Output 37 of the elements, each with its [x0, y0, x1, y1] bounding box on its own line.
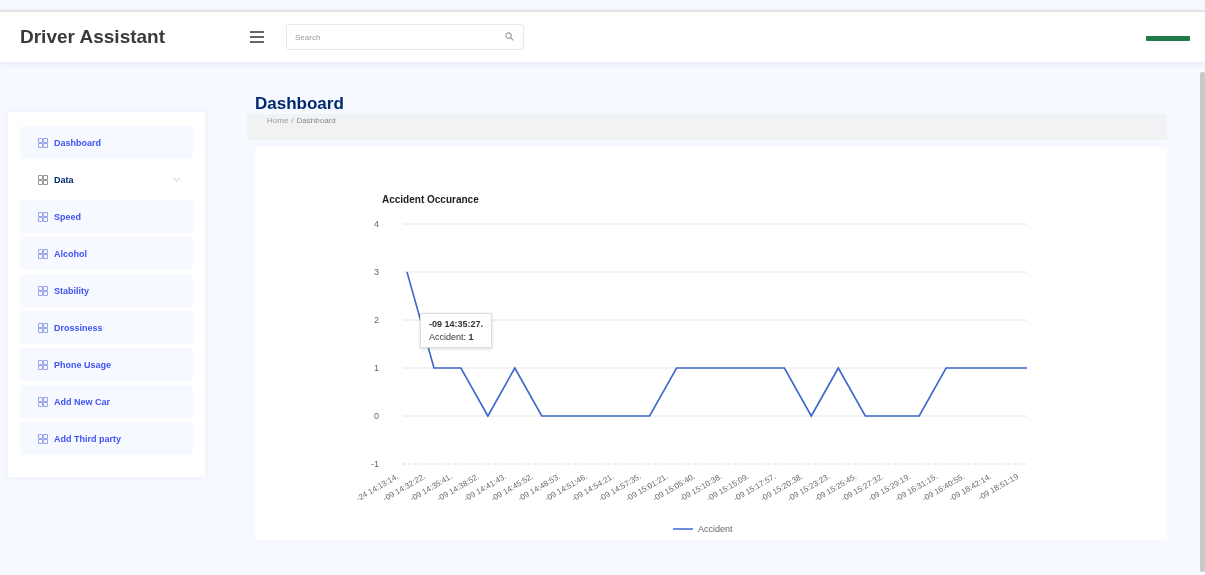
grid-icon: [38, 137, 48, 148]
sidebar-item[interactable]: Add Third party: [20, 422, 193, 455]
legend-label: Accident: [698, 524, 734, 534]
grid-icon: [38, 285, 48, 296]
y-tick-label: 0: [374, 411, 379, 421]
sidebar-item[interactable]: Speed: [20, 200, 193, 233]
breadcrumb-current: Dashboard: [296, 116, 336, 125]
y-tick-label: 3: [374, 267, 379, 277]
sidebar-item[interactable]: Add New Car: [20, 385, 193, 418]
chart-title: Accident Occurance: [382, 194, 479, 205]
breadcrumb-separator: /: [291, 116, 294, 125]
grid-icon: [38, 248, 48, 259]
y-tick-label: 4: [374, 219, 379, 229]
legend-item: Accident: [672, 524, 733, 534]
sidebar-item[interactable]: Phone Usage: [20, 348, 193, 381]
search-icon[interactable]: [505, 32, 514, 41]
y-tick-label: -1: [371, 459, 379, 469]
sidebar-item[interactable]: Drossiness: [20, 311, 193, 344]
status-bar-indicator: [1146, 35, 1190, 41]
y-tick-label: 2: [374, 315, 379, 325]
grid-icon: [38, 211, 48, 222]
grid-icon: [38, 433, 48, 444]
grid-icon: [38, 396, 48, 407]
scrollbar[interactable]: [1200, 72, 1205, 572]
y-tick-label: 1: [374, 363, 379, 373]
grid-icon: [38, 322, 48, 333]
chart-tooltip: -09 14:35:27. Accident: 1: [420, 313, 493, 348]
sidebar-item[interactable]: Stability: [20, 274, 193, 307]
app-title: Driver Assistant: [20, 26, 167, 48]
page-title: Dashboard: [255, 93, 345, 115]
menu-icon[interactable]: [250, 31, 264, 43]
sidebar-item[interactable]: Alcohol: [20, 237, 193, 270]
sidebar-item[interactable]: Dashboard: [20, 126, 193, 159]
chevron-down-icon: [172, 177, 181, 182]
search-field[interactable]: Search: [286, 24, 524, 50]
grid-icon: [38, 359, 48, 370]
grid-icon: [38, 174, 48, 185]
